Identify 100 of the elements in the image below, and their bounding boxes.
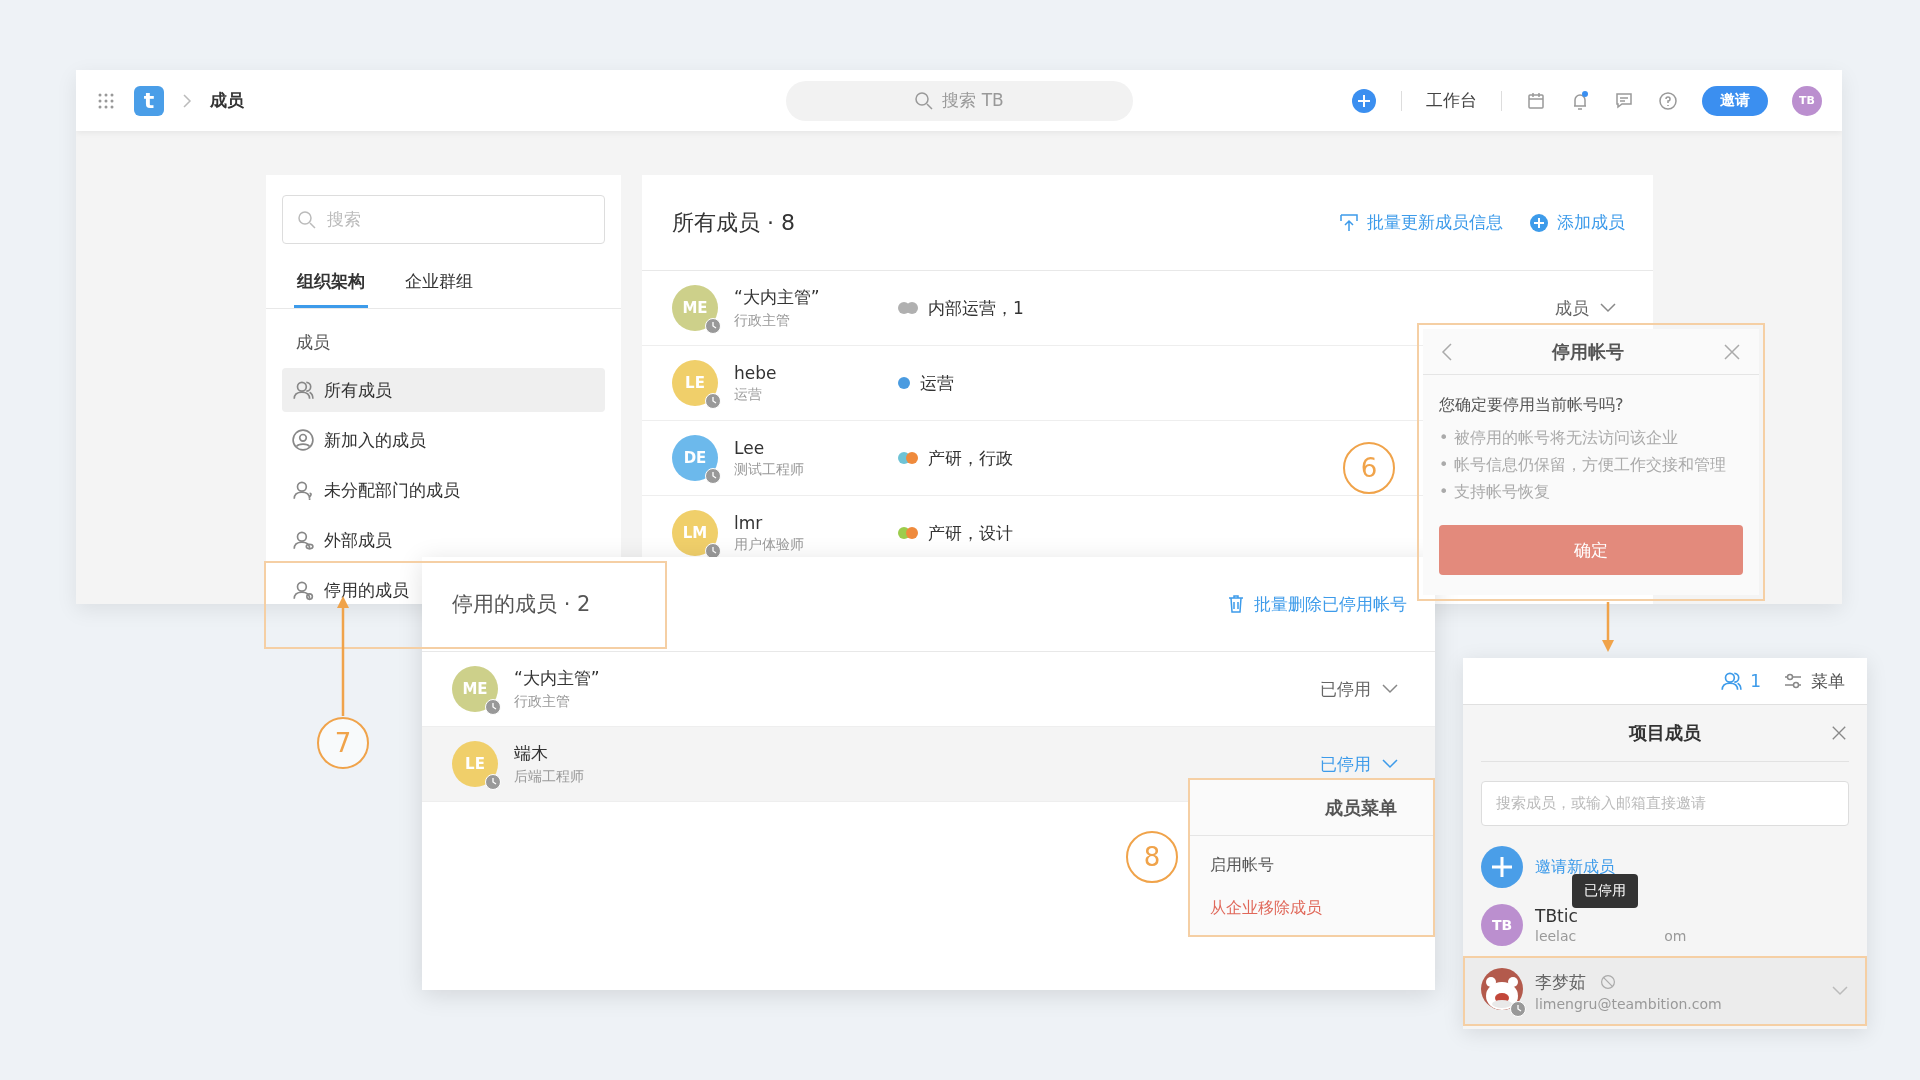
confirm-button[interactable]: 确定 [1439,525,1743,575]
clock-badge-icon [705,468,721,484]
sidebar-item-label: 外部成员 [324,528,392,552]
search-icon [914,90,935,111]
menu-item[interactable]: 启用帐号 [1190,844,1433,887]
department-color-icon [898,302,918,314]
sidebar-item[interactable]: 所有成员 [282,368,605,412]
department-color-icon [898,452,918,464]
user-ban-icon [292,579,314,601]
member-name: 李梦茹 [1535,970,1586,994]
chat-icon[interactable] [1614,90,1634,111]
people-icon [1720,670,1743,692]
step-number: 7 [317,717,369,769]
close-icon [1831,725,1847,741]
member-title: 运营 [734,385,763,404]
avatar: ME [452,666,498,712]
role-dropdown[interactable]: 成员 [1549,295,1623,321]
member-email: leelac [1535,928,1577,944]
menu-item[interactable]: 从企业移除成员 [1190,887,1433,930]
clock-badge-icon [485,774,501,790]
user-eye-icon [292,529,314,551]
upload-icon [1339,212,1359,233]
department-list: 运营 [920,371,954,395]
chevron-right-icon [182,92,192,109]
member-name: “大内主管” [514,667,601,690]
clock-badge-icon [485,699,501,715]
clock-badge-icon [1510,1001,1526,1017]
department-color-icon [898,527,918,539]
panel-title: 所有成员 · 8 [672,208,795,237]
bullet-text: • 被停用的帐号将无法访问该企业 [1439,428,1679,449]
workbench-link[interactable]: 工作台 [1426,89,1477,112]
ban-icon [1600,974,1616,990]
calendar-icon[interactable] [1526,90,1546,111]
sliders-icon [1783,671,1803,691]
member-name: lmr [734,512,764,533]
bulk-update-link[interactable]: 批量更新成员信息 [1339,211,1503,234]
avatar: LE [452,741,498,787]
menu-link[interactable]: 菜单 [1811,669,1845,693]
department-list: 产研，行政 [928,446,1013,470]
member-name: hebe [734,362,778,383]
chevron-down-icon [1831,985,1849,997]
dialog-title: 停用帐号 [1552,339,1624,364]
close-button[interactable] [1723,342,1741,361]
avatar: ME [672,285,718,331]
member-title: 用户体验师 [734,535,805,554]
chevron-down-icon [1599,302,1617,314]
user-circle-icon [292,429,314,451]
add-icon [1529,212,1549,233]
back-icon [1441,341,1453,362]
close-button[interactable] [1831,725,1847,741]
member-row[interactable]: ME “大内主管” 行政主管 已停用 [422,652,1435,727]
department-color-icon [898,377,910,389]
close-icon [1723,342,1741,361]
section-heading: 成员 [295,331,331,354]
add-member-link[interactable]: 添加成员 [1529,211,1625,234]
arrow [1601,602,1615,652]
clock-badge-icon [705,393,721,409]
member-title: 行政主管 [734,312,791,330]
sidebar-item[interactable]: 新加入的成员 [282,418,436,462]
breadcrumb: 成员 [210,89,244,112]
department-list: 内部运营，1 [928,296,1024,320]
member-email: limengru@teambition.com [1535,995,1722,1012]
add-icon[interactable] [1351,87,1377,114]
avatar: LM [672,510,718,556]
avatar: TB [1481,904,1523,946]
add-icon[interactable] [1481,846,1523,888]
back-button[interactable] [1441,341,1453,362]
member-name: TBtic [1535,906,1578,926]
tab[interactable]: 企业群组 [402,264,476,308]
member-count[interactable]: 1 [1750,671,1761,691]
member-title: 后端工程师 [514,768,585,786]
status-dropdown[interactable]: 已停用 [1314,676,1405,702]
panel-title: 停用的成员 · 2 [452,591,591,618]
user-question-icon [292,479,314,501]
sidebar-item-label: 未分配部门的成员 [324,478,460,502]
app-logo[interactable]: t [134,85,164,116]
member-name: “大内主管” [734,286,821,309]
bullet-text: • 帐号信息仍保留，方便工作交接和管理 [1439,455,1727,476]
people-icon [292,379,314,401]
user-avatar[interactable]: TB [1792,85,1822,116]
tab[interactable]: 组织架构 [294,264,368,308]
sidebar-item-label: 所有成员 [324,378,392,402]
tooltip: 已停用 [1572,874,1638,908]
bullet-text: • 支持帐号恢复 [1439,482,1551,503]
step-number: 8 [1126,831,1178,883]
chevron-down-icon [1381,683,1399,695]
status-dropdown[interactable]: 已停用 [1314,751,1405,777]
avatar: LE [672,360,718,406]
sidebar-item[interactable]: 未分配部门的成员 [282,468,470,512]
step-number: 6 [1343,442,1395,494]
invite-button[interactable]: 邀请 [1702,85,1768,116]
sidebar-item[interactable]: 停用的成员 [282,568,419,604]
search-icon [297,209,317,230]
member-name: 端木 [514,742,549,765]
search-field[interactable]: 搜索 TB [785,80,1133,121]
bulk-delete-link[interactable]: 批量删除已停用帐号 [1226,592,1407,616]
sidebar-item[interactable]: 外部成员 [282,518,402,562]
trash-icon [1226,594,1246,614]
menu-title: 成员菜单 [1190,780,1433,836]
help-icon[interactable] [1658,90,1678,111]
